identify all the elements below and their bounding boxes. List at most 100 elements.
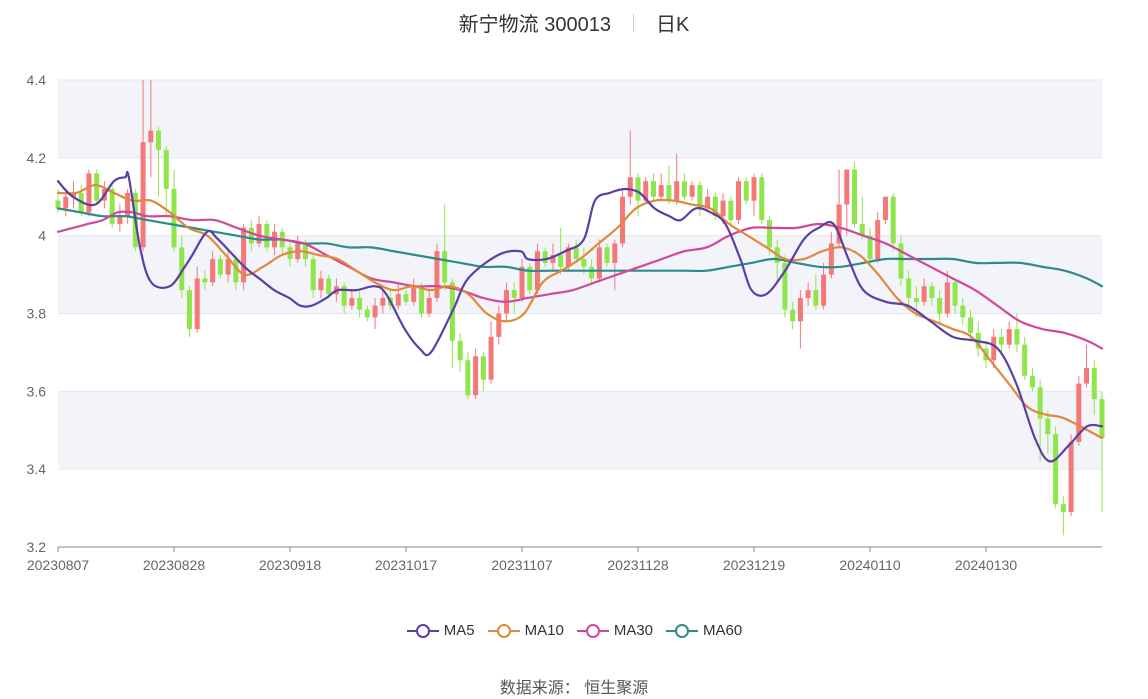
- candle-body: [140, 142, 146, 248]
- candle: [998, 329, 1004, 353]
- candle: [457, 332, 463, 372]
- candle-body: [759, 177, 765, 221]
- candle-body: [318, 278, 324, 291]
- candle: [186, 286, 192, 337]
- candle: [125, 188, 131, 224]
- legend-item-ma5[interactable]: MA5: [406, 622, 475, 639]
- legend-item-ma10[interactable]: MA10: [487, 622, 564, 639]
- candle: [852, 161, 858, 228]
- candle: [875, 212, 881, 263]
- candle-body: [1091, 367, 1097, 400]
- candle-body: [743, 181, 749, 201]
- candle: [1053, 426, 1059, 509]
- candle-body: [805, 290, 811, 298]
- candle-body: [442, 251, 448, 283]
- candle-body: [1068, 441, 1074, 512]
- legend-marker-icon: [576, 623, 609, 638]
- candle-body: [952, 282, 958, 306]
- candle-body: [1060, 504, 1066, 512]
- y-tick-label: 3.4: [27, 461, 47, 477]
- candle-body: [728, 200, 734, 221]
- candle: [117, 204, 123, 232]
- candle-body: [480, 356, 486, 380]
- candle-body: [589, 266, 595, 279]
- candle-body: [1053, 434, 1059, 505]
- candle-body: [991, 336, 997, 361]
- candle-body: [310, 259, 316, 291]
- candle: [156, 126, 162, 197]
- candle: [666, 165, 672, 205]
- x-tick-label: 20231017: [375, 557, 438, 573]
- candle-body: [194, 278, 200, 330]
- candle-body: [937, 297, 943, 314]
- candle-body: [202, 278, 208, 283]
- candle-body: [496, 313, 502, 337]
- candle: [241, 223, 247, 291]
- y-tick-label: 3.2: [27, 539, 47, 555]
- y-tick-label: 3.6: [27, 383, 47, 399]
- candle: [256, 216, 262, 248]
- candle: [681, 173, 687, 201]
- candle-body: [921, 286, 927, 302]
- candle-body: [186, 290, 192, 330]
- candle: [882, 196, 888, 224]
- candle: [1006, 321, 1012, 349]
- x-tick-label: 20231219: [723, 557, 786, 573]
- candle-body: [357, 297, 363, 310]
- candle-body: [844, 169, 850, 205]
- legend-label: MA5: [443, 622, 475, 639]
- candle: [635, 173, 641, 217]
- candle-body: [689, 185, 695, 197]
- candle-body: [558, 255, 564, 267]
- candle-body: [766, 220, 772, 248]
- candle: [797, 290, 803, 349]
- candle-body: [94, 173, 100, 201]
- candle: [975, 321, 981, 357]
- candle-body: [372, 305, 378, 318]
- candle-body: [790, 309, 796, 322]
- candle-body: [852, 169, 858, 224]
- candle: [527, 262, 533, 295]
- candle: [488, 321, 494, 384]
- candle-body: [573, 247, 579, 260]
- candle-body: [1084, 367, 1090, 384]
- candle-body: [395, 294, 401, 306]
- candle-body: [650, 181, 656, 197]
- candle-body: [612, 243, 618, 263]
- candle-body: [968, 317, 974, 333]
- candle: [697, 181, 703, 217]
- candle-body: [720, 200, 726, 217]
- candle: [94, 169, 100, 205]
- x-tick-label: 20240130: [955, 557, 1018, 573]
- candle: [1029, 367, 1035, 392]
- legend-item-ma60[interactable]: MA60: [665, 622, 742, 639]
- candle-body: [929, 286, 935, 298]
- candle: [844, 169, 850, 236]
- candle-body: [882, 196, 888, 221]
- x-tick-label: 20240110: [839, 557, 900, 573]
- candle-body: [813, 290, 819, 306]
- candle-body: [210, 259, 216, 283]
- candle-body: [666, 185, 672, 201]
- legend-marker-icon: [406, 623, 439, 638]
- candle: [620, 188, 626, 248]
- candle-body: [380, 297, 386, 306]
- candle-body: [581, 259, 587, 267]
- candle: [1084, 344, 1090, 388]
- legend-marker-icon: [666, 623, 699, 638]
- candle-body: [913, 297, 919, 302]
- candle-body: [156, 130, 162, 151]
- candle-body: [627, 177, 633, 197]
- candle: [480, 352, 486, 392]
- candle-body: [217, 259, 223, 275]
- x-tick-label: 20230918: [259, 557, 322, 573]
- candle: [473, 348, 479, 400]
- candle: [728, 196, 734, 224]
- candle: [689, 181, 695, 201]
- candle-body: [890, 196, 896, 244]
- x-axis: 20230807 20230828 20230918 20231017 20231107…: [27, 546, 1102, 573]
- legend-item-ma30[interactable]: MA30: [576, 622, 653, 639]
- candle-body: [906, 278, 912, 298]
- candle-body: [1022, 344, 1028, 376]
- candle-body: [86, 173, 92, 213]
